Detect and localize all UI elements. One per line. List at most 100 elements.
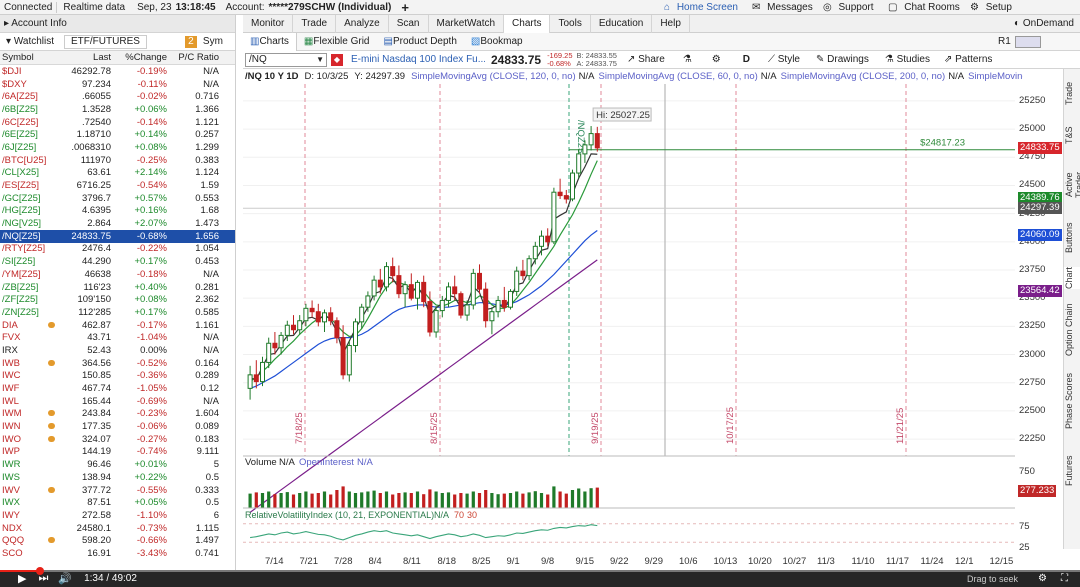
candle-body[interactable]	[260, 361, 265, 383]
chart-period[interactable]: /NQ 10 Y 1D	[245, 71, 299, 82]
watchlist-row[interactable]: /ZB[Z25] 116'23 +0.40% 0.281	[0, 281, 235, 294]
tab-monitor[interactable]: Monitor	[243, 14, 294, 33]
watchlist-row[interactable]: IWS 138.94 +0.22% 0.5	[0, 471, 235, 484]
candle-body[interactable]	[334, 320, 340, 339]
ondemand-button[interactable]: ◐ OnDemand	[1014, 15, 1074, 33]
watchlist-row[interactable]: $DXY 97.234 -0.11% N/A	[0, 78, 235, 91]
side-tab[interactable]: Active Trader	[1064, 159, 1080, 211]
tab-scan[interactable]: Scan	[389, 14, 429, 33]
candle-body[interactable]	[489, 311, 495, 322]
candle-body[interactable]	[588, 133, 594, 146]
candle-body[interactable]	[526, 258, 532, 277]
watchlist-row[interactable]: IWX 87.51 +0.05% 0.5	[0, 496, 235, 509]
watchlist-row[interactable]: IWL 165.44 -0.69% N/A	[0, 395, 235, 408]
tab-tools[interactable]: Tools	[550, 14, 591, 33]
candle-body[interactable]	[446, 286, 451, 301]
candle-body[interactable]	[328, 312, 334, 322]
candle-body[interactable]	[365, 295, 371, 308]
candle-body[interactable]	[514, 270, 520, 292]
watchlist-row[interactable]: IWP 144.19 -0.74% 9.111	[0, 446, 235, 459]
sma-120-label[interactable]: SimpleMovingAvg (CLOSE, 120, 0, no)	[411, 71, 576, 82]
candle-body[interactable]	[284, 324, 290, 336]
candle-body[interactable]	[557, 191, 563, 197]
watchlist-row[interactable]: /ES[Z25] 6716.25 -0.54% 1.59	[0, 179, 235, 192]
patterns-button[interactable]: ⇗ Patterns	[944, 54, 992, 65]
price-chart[interactable]: 7/18/25 8/15/25 9/19/25 10/17/25 11/21/25/NQ…	[243, 84, 1015, 555]
candle-body[interactable]	[483, 288, 489, 322]
chart-settings-gear-icon[interactable]: ⚙	[712, 54, 721, 65]
setup-button[interactable]: ⚙ Setup	[970, 2, 1016, 13]
watchlist-row[interactable]: /NG[V25] 2.864 +2.07% 1.473	[0, 217, 235, 230]
watchlist-row[interactable]: IWB 364.56 -0.52% 0.164	[0, 357, 235, 370]
tab-charts[interactable]: Charts	[504, 14, 551, 33]
chat-rooms-button[interactable]: ▢ Chat Rooms	[888, 2, 964, 13]
watchlist-row[interactable]: NDX 24580.1 -0.73% 1.115	[0, 522, 235, 535]
drawings-button[interactable]: ✎ Drawings	[816, 54, 869, 65]
candle-body[interactable]	[458, 293, 464, 316]
col-pc-ratio[interactable]: P/C Ratio	[167, 52, 219, 63]
candle-body[interactable]	[433, 310, 439, 333]
watchlist-row[interactable]: IWV 377.72 -0.55% 0.333	[0, 484, 235, 497]
flask-icon[interactable]: ⚗	[683, 54, 692, 65]
style-button[interactable]: ⟋ Style	[768, 54, 800, 65]
candle-body[interactable]	[315, 311, 321, 323]
col-symbol[interactable]: Symbol	[0, 52, 48, 63]
candle-body[interactable]	[532, 245, 538, 260]
account-info-header[interactable]: ▸ Account Info	[0, 15, 235, 33]
studies-button[interactable]: ⚗ Studies	[885, 54, 930, 65]
candle-body[interactable]	[253, 374, 259, 383]
candle-body[interactable]	[384, 266, 389, 288]
watchlist-row[interactable]: /6J[Z25] .0068310 +0.08% 1.299	[0, 141, 235, 154]
watchlist-row[interactable]: /ZN[Z25] 112'285 +0.17% 0.585	[0, 306, 235, 319]
tab-product-depth[interactable]: ▤ Product Depth	[377, 33, 464, 51]
watchlist-row[interactable]: IWN 177.35 -0.06% 0.089	[0, 420, 235, 433]
watchlist-row[interactable]: IWC 150.85 -0.36% 0.289	[0, 370, 235, 383]
candle-body[interactable]	[297, 320, 303, 331]
watchlist-row[interactable]: /ZF[Z25] 109'150 +0.08% 2.362	[0, 293, 235, 306]
candle-body[interactable]	[539, 235, 544, 247]
candle-body[interactable]	[495, 299, 501, 313]
add-account-button[interactable]: +	[401, 0, 409, 15]
tab-bookmap[interactable]: ▧ Bookmap	[464, 33, 530, 51]
side-tab[interactable]: Chart	[1064, 267, 1080, 289]
tab-sym[interactable]: Sym	[197, 36, 229, 47]
candle-body[interactable]	[563, 195, 569, 200]
share-button[interactable]: ↗ Share	[627, 54, 665, 65]
candle-body[interactable]	[359, 306, 365, 323]
side-tab[interactable]: Phase Scores	[1064, 369, 1080, 433]
candle-body[interactable]	[353, 321, 358, 347]
watchlist-row[interactable]: IWM 243.84 -0.23% 1.604	[0, 408, 235, 421]
candle-body[interactable]	[272, 342, 278, 349]
volume-icon[interactable]: 🔊	[58, 572, 72, 585]
watchlist-selector[interactable]: ETF/FUTURES	[64, 34, 147, 49]
candle-body[interactable]	[408, 284, 414, 299]
tab-charts-sub[interactable]: ▥ Charts	[243, 32, 297, 51]
watchlist-row[interactable]: IWR 96.46 +0.01% 5	[0, 458, 235, 471]
candle-body[interactable]	[247, 374, 253, 389]
settings-gear-icon[interactable]: ⚙	[1038, 573, 1047, 584]
candle-body[interactable]	[439, 299, 445, 312]
tab-help[interactable]: Help	[652, 14, 690, 33]
messages-button[interactable]: ✉ Messages	[752, 2, 817, 13]
candle-body[interactable]	[322, 312, 327, 323]
watchlist-row[interactable]: /6A[Z25] .66055 -0.02% 0.716	[0, 90, 235, 103]
side-tab[interactable]: Option Chain	[1064, 301, 1080, 359]
watchlist-row[interactable]: QQQ 598.20 -0.66% 1.497	[0, 534, 235, 547]
watchlist-row[interactable]: /CL[X25] 63.61 +2.14% 1.124	[0, 167, 235, 180]
candle-body[interactable]	[340, 337, 346, 376]
tab-flexible-grid[interactable]: ▦ Flexible Grid	[297, 33, 377, 51]
symbol-input[interactable]: /NQ ▼	[245, 52, 327, 67]
tab-education[interactable]: Education	[591, 14, 653, 33]
col-change[interactable]: %Change	[111, 52, 167, 63]
tab-watchlist[interactable]: ▾ Watchlist	[0, 36, 60, 47]
candle-body[interactable]	[396, 275, 402, 295]
sma-200-label[interactable]: SimpleMovingAvg (CLOSE, 200, 0, no)	[781, 71, 946, 82]
side-tab[interactable]: Trade	[1064, 79, 1080, 107]
candle-body[interactable]	[452, 286, 458, 295]
tab-marketwatch[interactable]: MarketWatch	[429, 14, 505, 33]
watchlist-row[interactable]: /GC[Z25] 3796.7 +0.57% 0.553	[0, 192, 235, 205]
watchlist-row[interactable]: /BTC[U25] 111970 -0.25% 0.383	[0, 154, 235, 167]
watchlist-row[interactable]: /HG[Z25] 4.6395 +0.16% 1.68	[0, 205, 235, 218]
link-badge[interactable]: 2	[184, 35, 197, 48]
watchlist-row[interactable]: $DJI 46292.78 -0.19% N/A	[0, 65, 235, 78]
